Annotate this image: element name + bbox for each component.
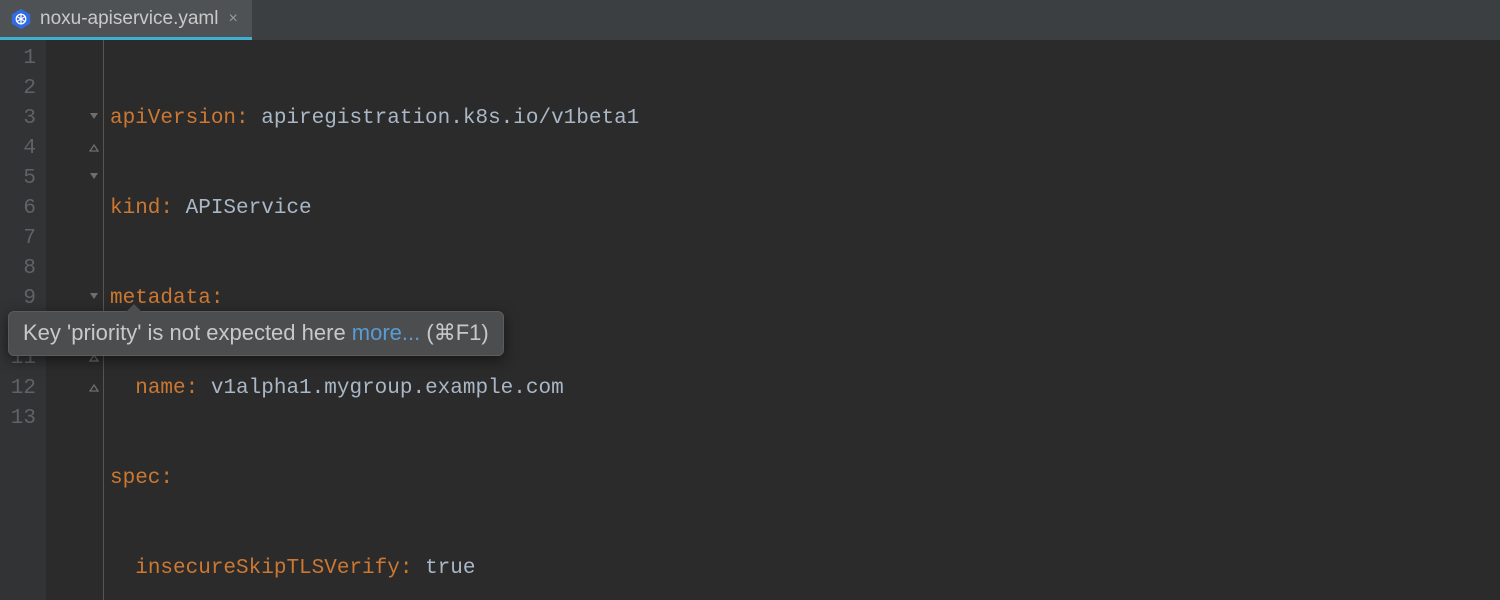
yaml-key: spec:: [110, 467, 173, 490]
editor[interactable]: 1 2 3 4 5 6 7 8 9 10 11 12 13 apiVersion…: [0, 40, 1500, 600]
yaml-value: APIService: [173, 197, 312, 220]
line-number: 2: [0, 74, 46, 104]
inspection-tooltip: Key 'priority' is not expected here more…: [8, 311, 504, 356]
yaml-key: apiVersion:: [110, 107, 249, 130]
yaml-key: name:: [135, 377, 198, 400]
tab-bar: noxu-apiservice.yaml ×: [0, 0, 1500, 40]
code-line[interactable]: spec:: [104, 464, 1500, 494]
yaml-value: true: [412, 557, 475, 580]
fold-end-icon: [87, 380, 101, 394]
tooltip-shortcut: (⌘F1): [420, 320, 488, 345]
line-number: 3: [0, 104, 46, 134]
code-line[interactable]: metadata:: [104, 284, 1500, 314]
code-line[interactable]: kind: APIService: [104, 194, 1500, 224]
fold-toggle-icon[interactable]: [87, 170, 101, 184]
kubernetes-icon: [10, 8, 32, 30]
line-number: 1: [0, 44, 46, 74]
close-icon[interactable]: ×: [226, 10, 239, 28]
fold-toggle-icon[interactable]: [87, 110, 101, 124]
line-number: 13: [0, 404, 46, 434]
code-line[interactable]: name: v1alpha1.mygroup.example.com: [104, 374, 1500, 404]
yaml-value: v1alpha1.mygroup.example.com: [198, 377, 563, 400]
yaml-key: kind:: [110, 197, 173, 220]
tooltip-more-link[interactable]: more...: [352, 320, 420, 345]
line-number: 12: [0, 374, 46, 404]
line-number: 7: [0, 224, 46, 254]
line-number: 8: [0, 254, 46, 284]
line-number: 5: [0, 164, 46, 194]
code-line[interactable]: insecureSkipTLSVerify: true: [104, 554, 1500, 584]
fold-end-icon: [87, 140, 101, 154]
tab-filename: noxu-apiservice.yaml: [40, 8, 218, 30]
code-line[interactable]: apiVersion: apiregistration.k8s.io/v1bet…: [104, 104, 1500, 134]
yaml-value: apiregistration.k8s.io/v1beta1: [249, 107, 640, 130]
line-number: 6: [0, 194, 46, 224]
line-number: 9: [0, 284, 46, 314]
yaml-key: insecureSkipTLSVerify:: [135, 557, 412, 580]
fold-toggle-icon[interactable]: [87, 290, 101, 304]
tab-active[interactable]: noxu-apiservice.yaml ×: [0, 0, 252, 40]
tooltip-message: Key 'priority' is not expected here: [23, 320, 352, 345]
line-number: 4: [0, 134, 46, 164]
